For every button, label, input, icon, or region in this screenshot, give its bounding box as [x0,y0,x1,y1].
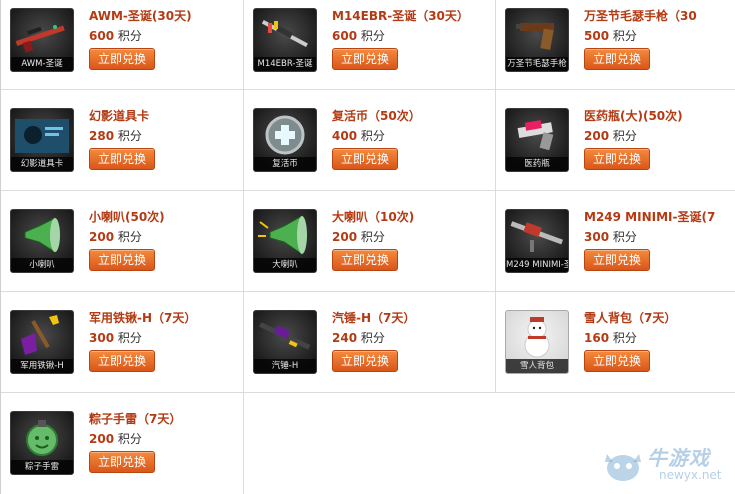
exchange-button[interactable]: 立即兑换 [584,148,650,170]
item-card: 粽子手雷 粽子手雷（7天） 200 积分 立即兑换 [1,393,244,494]
item-caption: 幻影道具卡 [11,157,73,171]
item-card: 万圣节毛瑟手枪 万圣节毛瑟手枪（30 500 积分 立即兑换 [496,0,735,90]
item-price: 160 积分 [584,331,637,345]
item-caption: 复活币 [254,157,316,171]
item-card: 大喇叭 大喇叭（10次) 200 积分 立即兑换 [244,191,496,292]
item-thumbnail[interactable]: 粽子手雷 [10,411,74,475]
exchange-button[interactable]: 立即兑换 [332,48,398,70]
item-name: 复活币（50次） [332,109,421,123]
item-thumbnail[interactable]: 军用铁锹-H [10,310,74,374]
item-name: 医药瓶(大)(50次) [584,109,683,123]
exchange-button[interactable]: 立即兑换 [332,350,398,372]
item-price: 600 积分 [332,29,385,43]
item-card: AWM-圣诞 AWM-圣诞(30天) 600 积分 立即兑换 [1,0,244,90]
item-caption: 汽锤-H [254,359,316,373]
item-caption: 医药瓶 [506,157,568,171]
item-thumbnail[interactable]: M249 MINIMI-圣诞 [505,209,569,273]
item-thumbnail[interactable]: 小喇叭 [10,209,74,273]
item-thumbnail[interactable]: 万圣节毛瑟手枪 [505,8,569,72]
item-caption: 大喇叭 [254,258,316,272]
exchange-button[interactable]: 立即兑换 [584,48,650,70]
item-card: 军用铁锹-H 军用铁锹-H（7天） 300 积分 立即兑换 [1,292,244,393]
watermark-text: 牛游戏 [647,446,710,470]
exchange-button[interactable]: 立即兑换 [584,249,650,271]
exchange-button[interactable]: 立即兑换 [332,148,398,170]
item-caption: M249 MINIMI-圣诞 [506,258,568,272]
item-name: 汽锤-H（7天） [332,311,416,325]
revive-coin-icon [265,115,305,155]
item-name: 雪人背包（7天） [584,311,677,325]
exchange-button[interactable]: 立即兑换 [89,148,155,170]
empty-cell [244,393,496,494]
item-card: 复活币 复活币（50次） 400 积分 立即兑换 [244,90,496,191]
item-caption: 粽子手雷 [11,460,73,474]
item-name: 军用铁锹-H（7天） [89,311,197,325]
item-name: M14EBR-圣诞（30天） [332,9,469,23]
item-caption: 万圣节毛瑟手枪 [506,57,568,71]
item-caption: 军用铁锹-H [11,359,73,373]
sniper-rifle-icon [15,25,65,53]
item-name: 大喇叭（10次) [332,210,415,224]
item-card: 雪人背包 雪人背包（7天） 160 积分 立即兑换 [496,292,735,393]
item-card: 幻影道具卡 幻影道具卡 280 积分 立即兑换 [1,90,244,191]
small-horn-icon [24,217,60,253]
item-caption: M14EBR-圣诞 [254,57,316,71]
item-thumbnail[interactable]: 复活币 [253,108,317,172]
item-price: 500 积分 [584,29,637,43]
phantom-card-icon [15,119,69,153]
item-price: 600 积分 [89,29,142,43]
item-price: 300 积分 [89,331,142,345]
item-name: 小喇叭(50次) [89,210,165,224]
exchange-button[interactable]: 立即兑换 [89,350,155,372]
item-thumbnail[interactable]: 大喇叭 [253,209,317,273]
exchange-button[interactable]: 立即兑换 [332,249,398,271]
exchange-grid: AWM-圣诞 AWM-圣诞(30天) 600 积分 立即兑换 M14EBR-圣诞… [0,0,735,494]
big-horn-icon [258,215,307,255]
item-thumbnail[interactable]: 雪人背包 [505,310,569,374]
item-card: M14EBR-圣诞 M14EBR-圣诞（30天） 600 积分 立即兑换 [244,0,496,90]
machine-gun-icon [510,221,563,252]
site-watermark: 牛游戏 newyx.net [601,438,729,490]
watermark-url: newyx.net [659,468,722,482]
item-caption: 雪人背包 [506,359,568,373]
exchange-button[interactable]: 立即兑换 [89,451,155,473]
item-thumbnail[interactable]: 医药瓶 [505,108,569,172]
exchange-button[interactable]: 立即兑换 [89,249,155,271]
medicine-bottle-icon [517,120,554,151]
item-caption: AWM-圣诞 [11,57,73,71]
item-price: 300 积分 [584,230,637,244]
snowman-backpack-icon [524,317,550,358]
item-card: M249 MINIMI-圣诞 M249 MINIMI-圣诞(7 300 积分 立… [496,191,735,292]
item-price: 200 积分 [89,230,142,244]
item-price: 200 积分 [89,432,142,446]
item-price: 400 积分 [332,129,385,143]
item-card: 医药瓶 医药瓶(大)(50次) 200 积分 立即兑换 [496,90,735,191]
item-name: 万圣节毛瑟手枪（30 [584,9,697,23]
exchange-button[interactable]: 立即兑换 [89,48,155,70]
item-price: 280 积分 [89,129,142,143]
shovel-icon [21,315,59,355]
item-name: 幻影道具卡 [89,109,150,123]
grenade-icon [26,420,58,456]
item-card: 小喇叭 小喇叭(50次) 200 积分 立即兑换 [1,191,244,292]
item-thumbnail[interactable]: M14EBR-圣诞 [253,8,317,72]
item-thumbnail[interactable]: AWM-圣诞 [10,8,74,72]
item-card: 汽锤-H 汽锤-H（7天） 240 积分 立即兑换 [244,292,496,393]
item-name: M249 MINIMI-圣诞(7 [584,210,716,224]
exchange-button[interactable]: 立即兑换 [584,350,650,372]
item-caption: 小喇叭 [11,258,73,272]
item-price: 200 积分 [332,230,385,244]
shotgun-icon [259,322,311,350]
item-thumbnail[interactable]: 幻影道具卡 [10,108,74,172]
item-price: 200 积分 [584,129,637,143]
mascot-icon [605,454,641,481]
pistol-icon [516,23,554,50]
rifle-icon [261,19,308,47]
item-thumbnail[interactable]: 汽锤-H [253,310,317,374]
item-name: AWM-圣诞(30天) [89,9,192,23]
item-price: 240 积分 [332,331,385,345]
item-name: 粽子手雷（7天） [89,412,182,426]
